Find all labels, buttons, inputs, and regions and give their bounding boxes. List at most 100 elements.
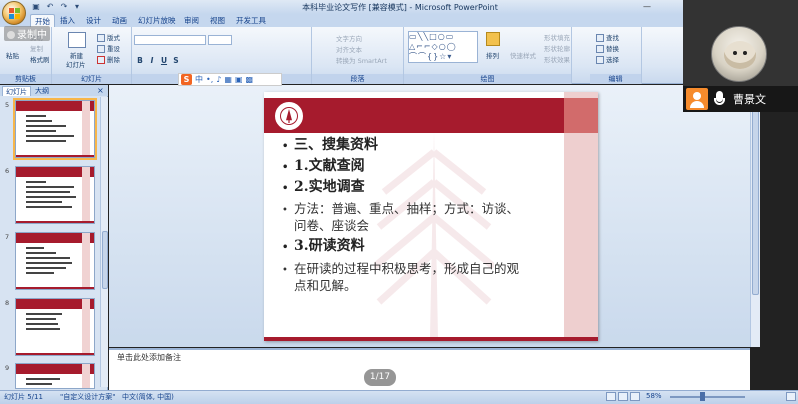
group-label: 幻灯片 bbox=[52, 74, 131, 84]
smartart-button[interactable]: 转换为 SmartArt bbox=[336, 55, 387, 65]
tab-slides[interactable]: 幻灯片 bbox=[2, 86, 31, 96]
microphone-icon[interactable]: ♪ bbox=[216, 75, 221, 84]
tab-design[interactable]: 设计 bbox=[82, 14, 105, 27]
save-icon[interactable]: ▣ bbox=[30, 2, 42, 12]
slide-bullet-continuation[interactable]: 点和见解。 bbox=[282, 275, 357, 294]
quick-styles-button[interactable]: 快速样式 bbox=[510, 50, 536, 60]
skin-icon[interactable]: ▣ bbox=[235, 75, 243, 84]
thumbnail-number: 9 bbox=[5, 364, 10, 372]
shape-fill-button[interactable]: 形状填充 bbox=[544, 32, 570, 42]
find-icon bbox=[596, 34, 604, 42]
avatar bbox=[711, 26, 767, 82]
language-indicator[interactable]: 中文(简体, 中国) bbox=[122, 392, 174, 402]
format-painter-button[interactable]: 格式刷 bbox=[30, 54, 50, 64]
ime-toolbar[interactable]: S 中 •, ♪ ▦ ▣ ▩ bbox=[178, 73, 282, 86]
tab-slideshow[interactable]: 幻灯片放映 bbox=[134, 14, 180, 27]
tab-view[interactable]: 视图 bbox=[206, 14, 229, 27]
editor-scrollbar[interactable] bbox=[750, 85, 760, 347]
close-icon[interactable]: × bbox=[97, 86, 104, 95]
copy-button[interactable]: 复制 bbox=[30, 43, 43, 53]
text-direction-button[interactable]: 文字方向 bbox=[336, 33, 362, 43]
participant-bar: 曹景文 bbox=[683, 86, 798, 112]
tab-developer[interactable]: 开发工具 bbox=[232, 14, 270, 27]
layout-icon bbox=[97, 34, 105, 42]
group-slides: 幻灯片 bbox=[52, 27, 132, 84]
replace-button[interactable]: 替换 bbox=[596, 43, 619, 53]
reset-icon bbox=[97, 45, 105, 53]
underline-button[interactable]: U bbox=[159, 56, 169, 66]
sorter-view-icon[interactable] bbox=[618, 392, 628, 401]
recording-indicator: 录制中 bbox=[4, 26, 50, 41]
thumbnail-number: 6 bbox=[5, 167, 10, 175]
reset-button[interactable]: 重设 bbox=[97, 43, 120, 53]
slide-header-band bbox=[264, 98, 598, 133]
italic-button[interactable]: I bbox=[147, 56, 157, 66]
slide-thumbnail[interactable] bbox=[13, 98, 97, 160]
slide-thumbnail[interactable] bbox=[15, 166, 95, 224]
zoom-slider[interactable] bbox=[670, 396, 745, 398]
slide-footer-band bbox=[264, 337, 598, 341]
slide-bullet[interactable]: • 2.实地调查 bbox=[282, 176, 365, 196]
keyboard-icon[interactable]: ▦ bbox=[224, 75, 232, 84]
select-button[interactable]: 选择 bbox=[596, 54, 619, 64]
tab-outline[interactable]: 大纲 bbox=[32, 86, 52, 96]
slide-bullet[interactable]: • 3.研读资料 bbox=[282, 235, 365, 255]
arrange-button[interactable]: 排列 bbox=[486, 50, 499, 60]
minimize-icon[interactable]: — bbox=[640, 1, 654, 12]
sogou-logo-icon: S bbox=[181, 74, 192, 85]
scrollbar-thumb[interactable] bbox=[752, 95, 759, 295]
toolbox-icon[interactable]: ▩ bbox=[246, 75, 254, 84]
thumbnail-number: 8 bbox=[5, 299, 10, 307]
office-button[interactable] bbox=[2, 1, 26, 25]
slide-bullet-continuation[interactable]: 问卷、座谈会 bbox=[282, 215, 369, 234]
punctuation-icon[interactable]: •, bbox=[206, 75, 213, 84]
delete-button[interactable]: 删除 bbox=[97, 54, 120, 64]
record-icon bbox=[7, 31, 15, 39]
slide-side-block bbox=[564, 98, 598, 133]
zoom-slider-handle[interactable] bbox=[700, 392, 705, 401]
select-icon bbox=[596, 56, 604, 64]
shapes-gallery[interactable]: ▭╲╲□○▭ △⌐⌐◇○◯ ⌒⌒{}☆▾ bbox=[408, 31, 478, 63]
tab-animation[interactable]: 动画 bbox=[108, 14, 131, 27]
ime-mode[interactable]: 中 bbox=[195, 74, 203, 85]
notes-placeholder[interactable]: 单击此处添加备注 bbox=[117, 352, 181, 363]
dog-photo-icon bbox=[724, 41, 756, 69]
shape-outline-button[interactable]: 形状轮廓 bbox=[544, 43, 570, 53]
tab-insert[interactable]: 插入 bbox=[56, 14, 79, 27]
shape-effects-button[interactable]: 形状效果 bbox=[544, 54, 570, 64]
slide-bullet[interactable]: • 三、搜集资料 bbox=[282, 134, 378, 154]
slide-thumbnail[interactable] bbox=[15, 363, 95, 389]
page-counter: 1/17 bbox=[364, 369, 396, 386]
layout-button[interactable]: 版式 bbox=[97, 32, 120, 42]
qat-customize-icon[interactable]: ▾ bbox=[71, 2, 83, 12]
scrollbar-thumb[interactable] bbox=[102, 231, 108, 289]
pane-scrollbar[interactable] bbox=[100, 97, 108, 387]
font-size-combo[interactable] bbox=[208, 35, 232, 45]
slide-thumbnail[interactable] bbox=[15, 298, 95, 356]
slideshow-view-icon[interactable] bbox=[630, 392, 640, 401]
new-slide-button-line2[interactable]: 幻灯片 bbox=[66, 59, 86, 69]
font-name-combo[interactable] bbox=[134, 35, 206, 45]
strikethrough-button[interactable]: S bbox=[171, 56, 181, 66]
find-button[interactable]: 查找 bbox=[596, 32, 619, 42]
delete-icon bbox=[97, 56, 105, 64]
paste-button[interactable]: 粘贴 bbox=[6, 50, 19, 60]
group-label: 剪贴板 bbox=[0, 74, 51, 84]
align-text-button[interactable]: 对齐文本 bbox=[336, 44, 362, 54]
slide-bullet[interactable]: • 1.文献查阅 bbox=[282, 155, 365, 175]
fit-to-window-icon[interactable] bbox=[786, 392, 796, 401]
replace-icon bbox=[596, 45, 604, 53]
new-slide-icon[interactable] bbox=[68, 32, 86, 48]
redo-icon[interactable]: ↷ bbox=[58, 2, 70, 12]
bold-button[interactable]: B bbox=[135, 56, 145, 66]
notes-pane[interactable] bbox=[109, 348, 750, 390]
normal-view-icon[interactable] bbox=[606, 392, 616, 401]
university-seal-icon bbox=[273, 100, 305, 132]
undo-icon[interactable]: ↶ bbox=[44, 2, 56, 12]
tab-review[interactable]: 审阅 bbox=[180, 14, 203, 27]
slide-canvas[interactable]: • 三、搜集资料 • 1.文献查阅 • 2.实地调查 • 方法：普遍、重点、抽样；方式：… bbox=[264, 92, 598, 341]
zoom-level[interactable]: 58% bbox=[646, 392, 662, 400]
slide-thumbnail[interactable] bbox=[15, 232, 95, 290]
pine-watermark-icon bbox=[374, 132, 494, 337]
arrange-icon[interactable] bbox=[486, 32, 500, 46]
